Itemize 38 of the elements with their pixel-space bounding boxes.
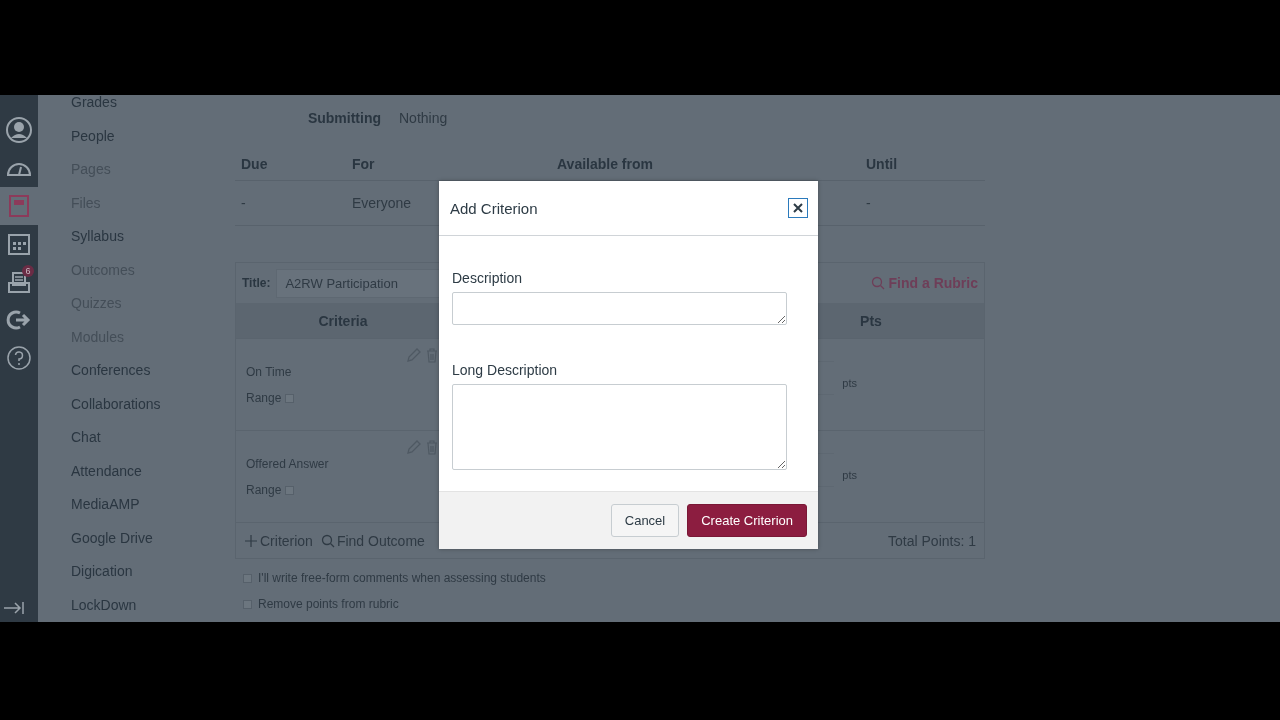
search-icon (870, 276, 885, 290)
course-nav-link[interactable]: Conferences (71, 354, 151, 388)
course-nav-link[interactable]: Chat (71, 421, 101, 455)
course-nav-link[interactable]: Syllabus (71, 220, 124, 254)
course-nav-link[interactable]: Google Drive (71, 521, 153, 555)
long-description-field[interactable] (452, 384, 787, 470)
column-header: Due (235, 148, 346, 181)
inbox-nav-item[interactable]: 6 (0, 263, 38, 301)
dialog-title: Add Criterion (450, 199, 538, 217)
title-label: Title: (242, 276, 271, 290)
course-nav-link[interactable]: People (71, 119, 115, 153)
search-icon (320, 533, 335, 548)
create-button[interactable]: Create Criterion (687, 504, 807, 537)
close-button[interactable] (788, 198, 808, 218)
course-nav-link[interactable]: Collaborations (71, 387, 161, 421)
course-nav-link[interactable]: Grades (71, 95, 117, 120)
courses-icon (6, 193, 32, 219)
plus-icon (244, 533, 258, 548)
close-icon (793, 203, 803, 213)
field-label: Long Description (452, 362, 559, 378)
table-cell: - (235, 181, 346, 226)
course-nav-link[interactable]: MediaAMP (71, 488, 140, 522)
trash-icon[interactable] (424, 439, 440, 455)
course-nav-link[interactable]: Digication (71, 555, 133, 589)
avatar-icon (6, 117, 32, 143)
notification-badge: 6 (22, 265, 34, 277)
help-icon (6, 345, 32, 371)
trash-icon[interactable] (424, 347, 440, 363)
table-cell: - (860, 181, 985, 226)
calendar-icon (6, 231, 32, 257)
course-nav-link[interactable]: LockDown (71, 588, 137, 622)
course-nav-link[interactable]: Attendance (71, 454, 142, 488)
cancel-button[interactable]: Cancel (610, 504, 680, 537)
detail-label: Submitting (307, 110, 381, 126)
description-field[interactable] (452, 292, 787, 325)
field-label: Description (452, 270, 524, 286)
column-header: Until (860, 148, 985, 181)
collapse-icon[interactable] (2, 600, 26, 616)
